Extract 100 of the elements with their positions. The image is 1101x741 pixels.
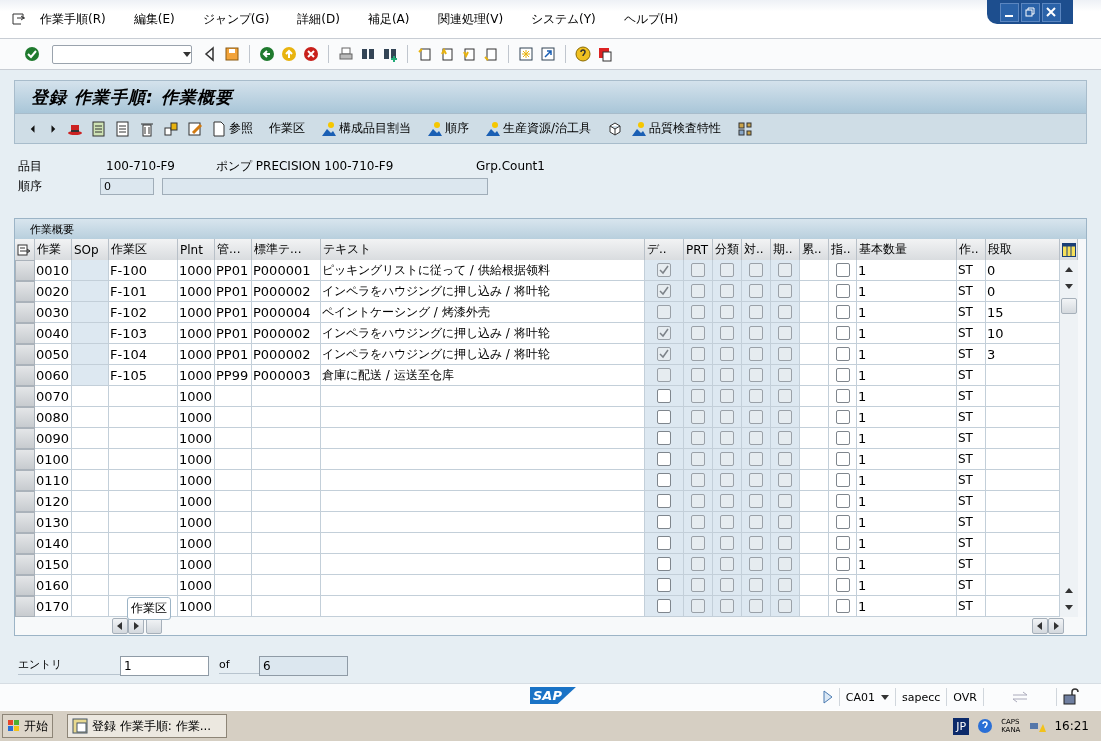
row-selector[interactable] (15, 596, 35, 617)
column-header[interactable]: デ.. (645, 239, 684, 260)
help-icon[interactable] (575, 46, 591, 62)
checkbox[interactable] (749, 389, 763, 403)
input-cell[interactable] (72, 491, 109, 512)
checkbox[interactable] (749, 494, 763, 508)
checkbox[interactable] (720, 452, 734, 466)
menu-item[interactable]: 補足(A) (357, 10, 424, 28)
right-arrow-icon[interactable] (132, 622, 140, 630)
column-header[interactable]: 指.. (829, 239, 857, 260)
checkbox[interactable] (778, 578, 792, 592)
input-cell[interactable] (72, 407, 109, 428)
column-header[interactable]: 作.. (957, 239, 986, 260)
start-button[interactable]: 开始 (2, 714, 53, 738)
input-cell[interactable] (72, 596, 109, 617)
column-header[interactable]: 対.. (742, 239, 771, 260)
toolbar-button[interactable]: 参照 (211, 120, 253, 137)
checkbox[interactable] (778, 389, 792, 403)
layout-icon[interactable] (597, 46, 613, 62)
menu-item[interactable]: システム(Y) (521, 10, 610, 28)
checkbox[interactable] (749, 536, 763, 550)
checkbox[interactable] (720, 578, 734, 592)
shortcut-icon[interactable] (540, 46, 556, 62)
checkbox[interactable] (691, 473, 705, 487)
select-all-button[interactable] (15, 239, 35, 260)
checkbox[interactable] (835, 473, 850, 487)
entry-field[interactable]: 1 (120, 656, 209, 676)
checkbox[interactable] (720, 431, 734, 445)
checkbox[interactable] (749, 431, 763, 445)
checkbox[interactable] (657, 536, 671, 550)
find-next-icon[interactable] (382, 46, 398, 62)
document-icon[interactable] (115, 120, 131, 137)
structure-icon[interactable] (737, 120, 754, 137)
row-selector[interactable] (15, 554, 35, 575)
checkbox[interactable] (835, 536, 850, 550)
row-selector[interactable] (15, 323, 35, 344)
checkbox[interactable] (657, 599, 671, 613)
toolbar-button[interactable]: 作業区 (269, 120, 305, 137)
checkbox[interactable] (720, 599, 734, 613)
trash-icon[interactable] (139, 120, 155, 137)
row-selector[interactable] (15, 491, 35, 512)
play-icon[interactable] (822, 690, 833, 704)
checkbox[interactable] (720, 557, 734, 571)
checkbox[interactable] (691, 599, 705, 613)
scroll-up-icon[interactable] (1065, 587, 1073, 595)
checkbox[interactable] (691, 494, 705, 508)
checkbox[interactable] (657, 515, 671, 529)
checkbox[interactable] (778, 431, 792, 445)
menu-item[interactable]: 作業手順(R) (30, 10, 120, 28)
row-selector[interactable] (15, 470, 35, 491)
input-cell[interactable] (72, 575, 109, 596)
column-header[interactable]: Plnt (178, 239, 215, 260)
column-header[interactable]: 作業 (35, 239, 72, 260)
checkbox[interactable] (835, 431, 850, 445)
checkbox[interactable] (835, 410, 850, 424)
input-cell[interactable] (72, 533, 109, 554)
back-icon[interactable] (259, 46, 275, 62)
checkbox[interactable] (749, 473, 763, 487)
input-cell[interactable] (72, 386, 109, 407)
column-header[interactable]: SOp (72, 239, 109, 260)
menu-item[interactable]: ヘルプ(H) (613, 10, 693, 28)
checkbox[interactable] (749, 578, 763, 592)
checkbox[interactable] (749, 599, 763, 613)
checkbox[interactable] (720, 410, 734, 424)
column-header[interactable]: 管... (215, 239, 252, 260)
column-header[interactable]: テキスト (321, 239, 645, 260)
checkbox[interactable] (720, 473, 734, 487)
checkbox[interactable] (778, 410, 792, 424)
column-header[interactable]: PRT (684, 239, 713, 260)
checkbox[interactable] (691, 557, 705, 571)
dropdown-caret-icon[interactable] (881, 693, 890, 701)
input-cell[interactable] (72, 470, 109, 491)
column-header[interactable]: 基本数量 (857, 239, 957, 260)
row-selector[interactable] (15, 281, 35, 302)
checkbox[interactable] (691, 536, 705, 550)
help-icon[interactable] (977, 718, 994, 734)
blocks-icon[interactable] (163, 120, 179, 137)
checkbox[interactable] (749, 515, 763, 529)
checkbox[interactable] (778, 557, 792, 571)
menu-icon[interactable] (12, 13, 26, 25)
scroll-left-button[interactable] (112, 618, 128, 634)
scroll-down-icon[interactable] (1065, 603, 1073, 611)
checkbox[interactable] (657, 473, 671, 487)
person-icon[interactable] (485, 120, 501, 137)
checkbox[interactable] (657, 557, 671, 571)
menu-item[interactable]: 編集(E) (123, 10, 189, 28)
toolbar-button[interactable]: 順序 (427, 120, 469, 137)
column-header[interactable]: 期.. (771, 239, 800, 260)
toolbar-button[interactable]: 品質検査特性 (631, 120, 722, 137)
checkbox[interactable] (657, 410, 671, 424)
checkbox[interactable] (691, 515, 705, 529)
right-arrow-icon[interactable] (1052, 622, 1060, 630)
up-icon[interactable] (281, 46, 297, 62)
close-button[interactable] (1041, 2, 1061, 22)
dropdown-caret-icon[interactable] (183, 50, 191, 58)
restore-button[interactable] (1020, 2, 1040, 22)
person-icon[interactable] (427, 120, 443, 137)
page-icon[interactable] (211, 120, 227, 137)
command-field[interactable] (52, 44, 192, 64)
checkbox[interactable] (778, 536, 792, 550)
